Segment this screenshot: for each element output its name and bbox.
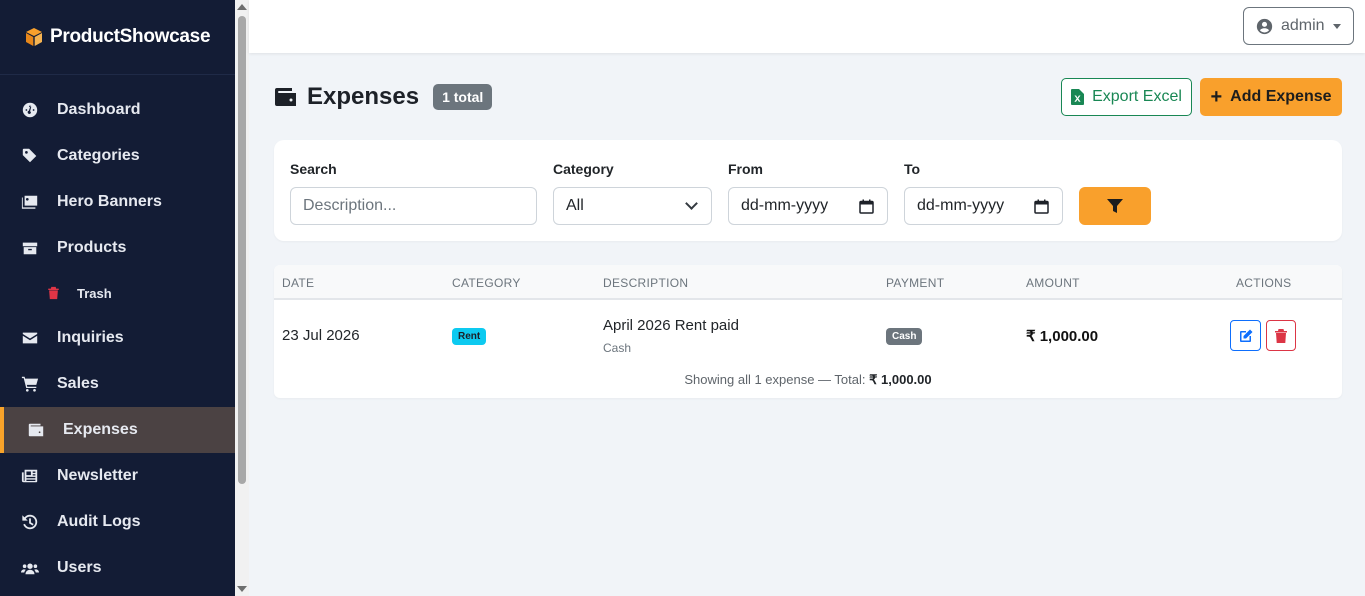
images-icon: [20, 192, 40, 212]
from-date-input[interactable]: dd-mm-yyyy: [728, 187, 888, 225]
sidebar-item-label: Sales: [57, 375, 99, 392]
count-badge: 1 total: [433, 84, 493, 110]
sidebar-item-label: Audit Logs: [57, 513, 141, 530]
sidebar-item-sales[interactable]: Sales: [0, 361, 235, 407]
sidebar-item-audit-logs[interactable]: Audit Logs: [0, 499, 235, 545]
user-circle-icon: [1256, 18, 1281, 35]
sidebar-item-label: Expenses: [63, 421, 138, 438]
column-header-category[interactable]: CATEGORY: [452, 276, 521, 290]
edit-icon: [1239, 329, 1252, 342]
category-badge: Rent: [452, 328, 487, 345]
category-label: Category: [553, 161, 614, 177]
envelope-icon: [20, 328, 40, 348]
scroll-up-arrow-icon[interactable]: [237, 4, 247, 10]
add-label: Add Expense: [1230, 88, 1332, 105]
page-header: Expenses 1 total: [274, 78, 493, 116]
filter-card: Search Category All From dd-mm-yyyy To d…: [274, 140, 1342, 241]
export-label: Export Excel: [1092, 88, 1182, 105]
sidebar-item-label: Trash: [77, 285, 112, 301]
filter-icon: [1107, 199, 1123, 213]
search-label: Search: [290, 161, 337, 177]
plus-icon: +: [1210, 86, 1223, 108]
box-icon: [20, 238, 40, 258]
expenses-table: DATE CATEGORY DESCRIPTION PAYMENT AMOUNT…: [274, 265, 1342, 398]
user-name: admin: [1281, 17, 1325, 34]
chevron-down-icon: [685, 197, 698, 210]
row-description-sub: Cash: [603, 341, 632, 355]
tags-icon: [20, 146, 40, 166]
row-description: April 2026 Rent paid: [603, 317, 739, 334]
from-label: From: [728, 161, 763, 177]
sidebar-nav: Dashboard Categories Hero Banners Produc…: [0, 87, 235, 591]
payment-badge: Cash: [886, 328, 923, 345]
sidebar-item-label: Dashboard: [57, 101, 141, 118]
gauge-icon: [20, 100, 40, 120]
scroll-down-arrow-icon[interactable]: [237, 586, 247, 592]
calendar-icon[interactable]: [859, 199, 874, 214]
wallet-icon: [26, 420, 46, 440]
to-placeholder: dd-mm-yyyy: [917, 197, 1005, 214]
wallet-icon: [274, 86, 307, 108]
column-header-amount[interactable]: AMOUNT: [1026, 276, 1080, 290]
sidebar-item-label: Newsletter: [57, 467, 138, 484]
from-placeholder: dd-mm-yyyy: [741, 197, 829, 214]
sidebar-item-label: Products: [57, 239, 127, 256]
sidebar-item-label: Hero Banners: [57, 193, 162, 210]
page-title: Expenses: [307, 83, 420, 110]
sidebar-item-newsletter[interactable]: Newsletter: [0, 453, 235, 499]
search-input[interactable]: [290, 187, 537, 225]
history-icon: [20, 512, 40, 532]
chevron-down-icon: [1332, 23, 1341, 29]
trash-icon: [1275, 328, 1287, 343]
to-label: To: [904, 161, 921, 177]
topbar: admin: [249, 0, 1365, 53]
scrollbar-thumb[interactable]: [238, 16, 246, 484]
apply-filter-button[interactable]: [1079, 187, 1151, 225]
column-header-payment[interactable]: PAYMENT: [886, 276, 944, 290]
sidebar-item-products[interactable]: Products: [0, 225, 235, 271]
sidebar: ProductShowcase Dashboard Categories Her…: [0, 0, 235, 596]
summary-text: Showing all 1 expense — Total:: [684, 372, 866, 387]
sidebar-item-inquiries[interactable]: Inquiries: [0, 315, 235, 361]
category-select[interactable]: All: [553, 187, 712, 225]
sidebar-item-label: Users: [57, 559, 102, 576]
sidebar-item-label: Categories: [57, 147, 140, 164]
brand-name: ProductShowcase: [50, 26, 211, 47]
table-header: DATE CATEGORY DESCRIPTION PAYMENT AMOUNT…: [274, 265, 1342, 300]
to-date-input[interactable]: dd-mm-yyyy: [904, 187, 1063, 225]
row-amount: ₹ 1,000.00: [1026, 328, 1099, 345]
cube-logo-icon: [26, 28, 42, 46]
export-excel-button[interactable]: Export Excel: [1061, 78, 1192, 116]
add-expense-button[interactable]: + Add Expense: [1200, 78, 1342, 116]
brand[interactable]: ProductShowcase: [0, 0, 235, 75]
edit-button[interactable]: [1230, 320, 1261, 351]
category-value: All: [566, 197, 584, 214]
sidebar-item-users[interactable]: Users: [0, 545, 235, 591]
sidebar-item-categories[interactable]: Categories: [0, 133, 235, 179]
sidebar-item-label: Inquiries: [57, 329, 124, 346]
sidebar-item-dashboard[interactable]: Dashboard: [0, 87, 235, 133]
table-summary: Showing all 1 expense — Total: ₹ 1,000.0…: [274, 372, 1342, 388]
users-icon: [20, 558, 40, 578]
sidebar-scrollbar[interactable]: [235, 0, 249, 596]
cart-icon: [20, 374, 40, 394]
column-header-description[interactable]: DESCRIPTION: [603, 276, 688, 290]
trash-icon: [46, 283, 60, 303]
row-date: 23 Jul 2026: [282, 327, 360, 344]
delete-button[interactable]: [1266, 320, 1296, 351]
sidebar-item-hero-banners[interactable]: Hero Banners: [0, 179, 235, 225]
user-menu-button[interactable]: admin: [1243, 7, 1354, 45]
file-excel-icon: [1071, 89, 1085, 105]
sidebar-item-trash[interactable]: Trash: [0, 271, 235, 315]
sidebar-item-expenses[interactable]: Expenses: [0, 407, 235, 453]
column-header-date[interactable]: DATE: [282, 276, 314, 290]
summary-total: ₹ 1,000.00: [869, 372, 932, 387]
calendar-icon[interactable]: [1034, 199, 1049, 214]
newspaper-icon: [20, 466, 40, 486]
column-header-actions: ACTIONS: [1236, 276, 1292, 290]
